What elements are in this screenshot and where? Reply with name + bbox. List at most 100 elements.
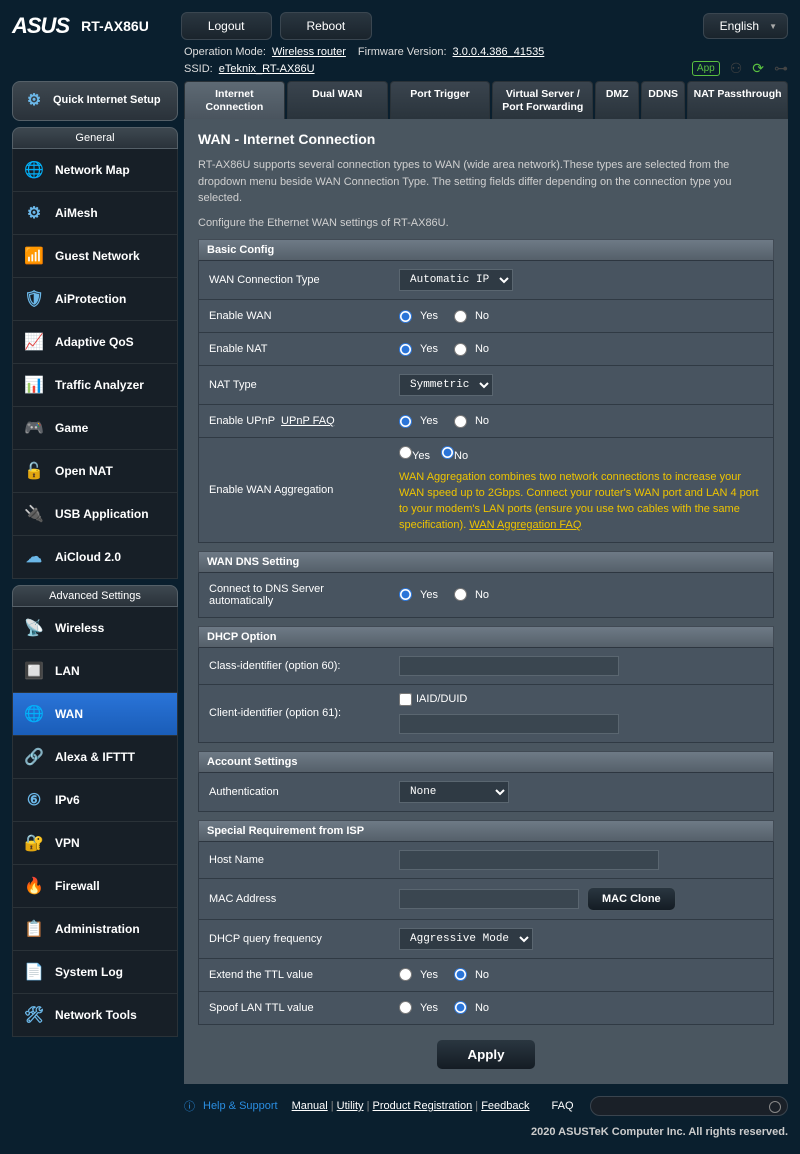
fw-link[interactable]: 3.0.0.4.386_41535	[453, 46, 545, 58]
footer-link-feedback[interactable]: Feedback	[481, 1100, 529, 1112]
footer-link-manual[interactable]: Manual	[292, 1100, 328, 1112]
sidebar-item-ipv6[interactable]: ⑥IPv6	[13, 779, 177, 822]
tab-nat-passthrough[interactable]: NAT Passthrough	[687, 81, 788, 119]
enable-wan-no[interactable]	[454, 310, 467, 323]
sidebar-item-wireless[interactable]: 📡Wireless	[13, 607, 177, 650]
wan-type-select[interactable]: Automatic IP	[399, 269, 513, 291]
users-icon[interactable]: ⚇	[730, 60, 743, 77]
sidebar-item-game[interactable]: 🎮Game	[13, 407, 177, 450]
extend-ttl-label: Extend the TTL value	[199, 959, 389, 991]
wan-agg-faq-link[interactable]: WAN Aggregation FAQ	[469, 519, 581, 531]
sidebar-item-open-nat[interactable]: 🔓Open NAT	[13, 450, 177, 493]
tab-virtual-server-port-forwarding[interactable]: Virtual Server / Port Forwarding	[492, 81, 593, 119]
sidebar-item-vpn[interactable]: 🔐VPN	[13, 822, 177, 865]
help-support-link[interactable]: Help & Support	[203, 1100, 278, 1112]
op-mode-label: Operation Mode:	[184, 46, 266, 58]
language-select[interactable]: English	[703, 13, 788, 39]
dns-auto-no[interactable]	[454, 588, 467, 601]
tab-port-trigger[interactable]: Port Trigger	[390, 81, 491, 119]
wan-agg-no[interactable]	[441, 446, 454, 459]
sidebar-item-icon: 🔓	[23, 460, 45, 482]
apply-button[interactable]: Apply	[436, 1039, 535, 1070]
sidebar-item-traffic-analyzer[interactable]: 📊 Traffic Analyzer	[13, 364, 177, 407]
sidebar-item-firewall[interactable]: 🔥Firewall	[13, 865, 177, 908]
dns-auto-yes[interactable]	[399, 588, 412, 601]
sidebar-item-label: Guest Network	[55, 249, 140, 263]
sidebar-item-administration[interactable]: 📋 Administration	[13, 908, 177, 951]
sidebar-item-label: Administration	[55, 922, 140, 936]
sidebar-item-usb-application[interactable]: 🔌USB Application	[13, 493, 177, 536]
hostname-input[interactable]	[399, 850, 659, 870]
opt61-iaid-checkbox[interactable]	[399, 693, 412, 706]
sidebar-general-header: General	[12, 127, 178, 149]
sidebar-item-label: LAN	[55, 664, 80, 678]
sidebar-item-label: Traffic Analyzer	[55, 378, 144, 392]
sidebar-item-label: Firewall	[55, 879, 100, 893]
sidebar-advanced-panel: 📡Wireless 🔲 LAN 🌐WAN🔗Alexa & IFTTT⑥IPv6🔐VPN…	[12, 607, 178, 1037]
auth-label: Authentication	[199, 773, 389, 811]
sidebar-item-icon: 🌐	[23, 703, 45, 725]
sidebar-item-icon: 🛡	[23, 288, 45, 310]
quick-internet-setup[interactable]: ⚙ Quick Internet Setup	[12, 81, 178, 121]
faq-search-input[interactable]	[590, 1096, 788, 1116]
tab-ddns[interactable]: DDNS	[641, 81, 685, 119]
no-label: No	[475, 310, 489, 322]
upnp-faq-link[interactable]: UPnP FAQ	[281, 415, 335, 427]
sidebar-item-system-log[interactable]: 📄System Log	[13, 951, 177, 994]
spoof-ttl-no[interactable]	[454, 1001, 467, 1014]
qis-label: Quick Internet Setup	[53, 94, 161, 107]
ssid-link[interactable]: eTeknix_RT-AX86U	[219, 63, 315, 75]
ssid-label: SSID:	[184, 63, 213, 75]
op-mode-link[interactable]: Wireless router	[272, 46, 346, 58]
extend-ttl-no[interactable]	[454, 968, 467, 981]
tab-dmz[interactable]: DMZ	[595, 81, 639, 119]
page-desc1: RT-AX86U supports several connection typ…	[198, 157, 774, 207]
sidebar-item-label: Adaptive QoS	[55, 335, 134, 349]
opt61-iaid-label: IAID/DUID	[416, 693, 467, 705]
enable-wan-yes[interactable]	[399, 310, 412, 323]
wan-agg-yes[interactable]	[399, 446, 412, 459]
footer-link-product-registration[interactable]: Product Registration	[373, 1100, 473, 1112]
footer-link-utility[interactable]: Utility	[337, 1100, 364, 1112]
sidebar-item-icon: 📊	[23, 374, 45, 396]
sidebar-item-label: Network Map	[55, 163, 130, 177]
enable-nat-yes[interactable]	[399, 343, 412, 356]
sidebar-item-alexa-ifttt[interactable]: 🔗Alexa & IFTTT	[13, 736, 177, 779]
nat-type-select[interactable]: Symmetric	[399, 374, 493, 396]
sidebar-item-aiprotection[interactable]: 🛡 AiProtection	[13, 278, 177, 321]
opt61-input[interactable]	[399, 714, 619, 734]
sidebar-item-wan[interactable]: 🌐WAN	[13, 693, 177, 736]
app-badge[interactable]: App	[692, 61, 720, 76]
sidebar-item-label: AiProtection	[55, 292, 126, 306]
sidebar-item-network-tools[interactable]: 🛠Network Tools	[13, 994, 177, 1036]
mac-clone-button[interactable]: MAC Clone	[587, 887, 676, 911]
mac-input[interactable]	[399, 889, 579, 909]
sidebar-item-icon: 📋	[23, 918, 45, 940]
reboot-button[interactable]: Reboot	[280, 12, 373, 40]
auth-select[interactable]: None	[399, 781, 509, 803]
page-title: WAN - Internet Connection	[198, 131, 774, 147]
upnp-no[interactable]	[454, 415, 467, 428]
enable-nat-no[interactable]	[454, 343, 467, 356]
extend-ttl-yes[interactable]	[399, 968, 412, 981]
sidebar-item-guest-network[interactable]: 📶Guest Network	[13, 235, 177, 278]
sidebar-item-lan[interactable]: 🔲 LAN	[13, 650, 177, 693]
tab-internet-connection[interactable]: Internet Connection	[184, 81, 285, 119]
sidebar-item-label: Wireless	[55, 621, 104, 635]
upnp-yes[interactable]	[399, 415, 412, 428]
reboot-icon[interactable]: ⟳	[752, 60, 764, 77]
logout-button[interactable]: Logout	[181, 12, 272, 40]
sidebar-item-label: Alexa & IFTTT	[55, 750, 135, 764]
spoof-ttl-yes[interactable]	[399, 1001, 412, 1014]
sidebar-item-adaptive-qos[interactable]: 📈Adaptive QoS	[13, 321, 177, 364]
sidebar-item-network-map[interactable]: 🌐Network Map	[13, 149, 177, 192]
tab-dual-wan[interactable]: Dual WAN	[287, 81, 388, 119]
sidebar-item-icon: 🔲	[23, 660, 45, 682]
dhcp-freq-select[interactable]: Aggressive Mode	[399, 928, 533, 950]
sidebar-item-label: System Log	[55, 965, 123, 979]
sidebar-item-label: Game	[55, 421, 88, 435]
opt60-input[interactable]	[399, 656, 619, 676]
sidebar-item-aicloud-2-0[interactable]: ☁AiCloud 2.0	[13, 536, 177, 578]
usb-icon[interactable]: ⊶	[774, 60, 788, 77]
sidebar-item-aimesh[interactable]: ⚙AiMesh	[13, 192, 177, 235]
